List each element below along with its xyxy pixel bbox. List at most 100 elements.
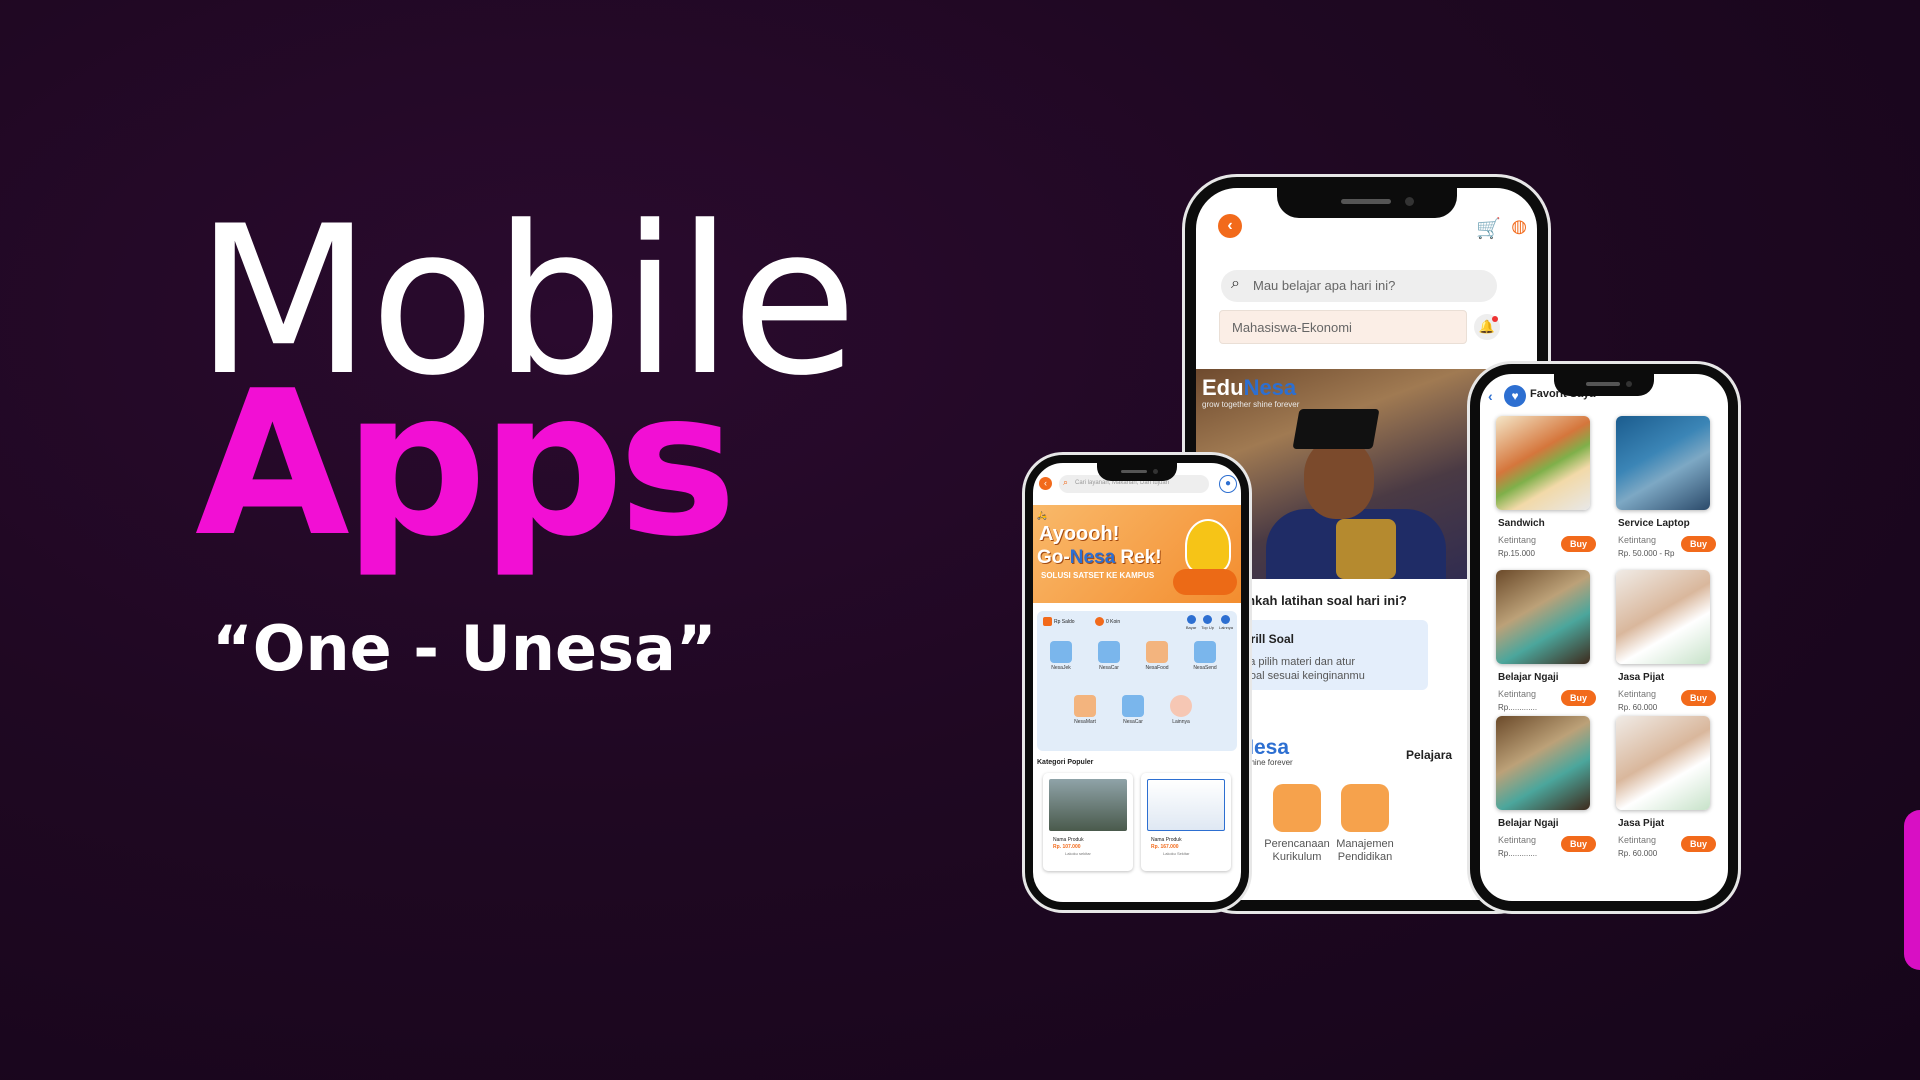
action-more[interactable]: Lainnya — [1219, 615, 1233, 630]
graduation-cap — [1292, 409, 1380, 449]
service-label: Lainnya — [1172, 719, 1190, 725]
banner-brand: EduNesa — [1202, 375, 1296, 401]
car-icon — [1098, 641, 1120, 663]
phone-favorites: ‹ ♥ Favorit Saya Sandwich Ketintang Rp.1… — [1470, 364, 1738, 911]
category-label-3a: Manajemen — [1336, 838, 1394, 850]
car-icon — [1122, 695, 1144, 717]
banner-brand-b: Nesa — [1243, 375, 1297, 400]
wallet-balance[interactable]: Rp Saldo — [1043, 617, 1075, 626]
favorite-item[interactable]: Belajar Ngaji Ketintang Rp............. … — [1496, 716, 1602, 866]
item-image — [1496, 416, 1590, 510]
clipboard-icon — [1273, 784, 1321, 832]
promo-line-2c: Rek! — [1115, 547, 1162, 568]
service-label: NesaMart — [1074, 719, 1096, 725]
banner-tagline: grow together shine forever — [1202, 400, 1300, 409]
item-image — [1496, 570, 1590, 664]
graduate-face — [1304, 439, 1374, 519]
user-icon[interactable]: ● — [1219, 475, 1237, 493]
product-image — [1049, 779, 1127, 831]
service-label: NesaCar — [1123, 719, 1143, 725]
bag-icon[interactable]: ◍ — [1511, 216, 1527, 237]
favorite-item[interactable]: Belajar Ngaji Ketintang Rp............. … — [1496, 570, 1602, 720]
topup-icon — [1203, 615, 1213, 624]
section-label: Pelajara — [1406, 748, 1453, 762]
buy-button[interactable]: Buy — [1680, 536, 1716, 552]
item-image — [1616, 716, 1710, 810]
phone-notch — [1554, 374, 1654, 396]
action-topup[interactable]: Top Up — [1201, 615, 1214, 630]
favorite-item[interactable]: Sandwich Ketintang Rp.15.000 Buy — [1496, 416, 1602, 566]
practice-question: udahkah latihan soal hari ini? — [1224, 593, 1407, 608]
category-manajemen[interactable]: Manajemen Pendidikan — [1330, 784, 1400, 864]
product-image — [1147, 779, 1225, 831]
promo-line-2: Go-Nesa Rek! — [1037, 547, 1162, 569]
package-icon — [1194, 641, 1216, 663]
product-price: Rp. 107.000 — [1053, 844, 1081, 850]
product-seller: Lakoku sekitar — [1065, 851, 1091, 856]
notification-bell-icon[interactable]: 🔔 — [1474, 314, 1500, 340]
popular-category-title: Kategori Populer — [1037, 759, 1094, 766]
product-seller: Lakoku Sekitar — [1163, 851, 1190, 856]
service-nesamart[interactable]: NesaMart — [1065, 695, 1105, 725]
back-button[interactable]: ‹ — [1218, 214, 1242, 238]
service-nesajek[interactable]: NesaJek — [1041, 641, 1081, 671]
action-pay-label: Bayar — [1185, 625, 1197, 630]
promo-line-3: SOLUSI SATSET KE KAMPUS — [1041, 571, 1155, 580]
item-name: Sandwich — [1498, 518, 1545, 529]
buy-button[interactable]: Buy — [1560, 836, 1596, 852]
product-name: Nama Produk — [1053, 837, 1084, 843]
notification-dot — [1492, 316, 1498, 322]
back-button[interactable]: ‹ — [1039, 477, 1052, 490]
promo-banner[interactable]: 🛵 Ayoooh! Go-Nesa Rek! SOLUSI SATSET KE … — [1033, 505, 1241, 603]
presentation-icon — [1341, 784, 1389, 832]
service-nesacar-2[interactable]: NesaCar — [1113, 695, 1153, 725]
service-label: NesaSend — [1193, 665, 1217, 671]
more-icon — [1221, 615, 1231, 624]
wallet-label: Saldo — [1061, 618, 1075, 625]
service-nesasend[interactable]: NesaSend — [1185, 641, 1225, 671]
wallet-value: Rp — [1054, 618, 1061, 625]
item-image — [1616, 416, 1710, 510]
banner-brand-a: Edu — [1202, 375, 1244, 400]
coin-value: 0 — [1106, 618, 1109, 625]
pay-icon — [1186, 615, 1196, 624]
rider-illustration — [1185, 519, 1231, 573]
action-pay[interactable]: Bayar — [1186, 615, 1196, 630]
item-name: Belajar Ngaji — [1498, 672, 1559, 683]
favorite-item[interactable]: Service Laptop Ketintang Rp. 50.000 - Rp… — [1616, 416, 1722, 566]
favorite-item[interactable]: Jasa Pijat Ketintang Rp. 60.000 Buy — [1616, 716, 1722, 866]
category-perencanaan[interactable]: Perencanaan Kurikulum — [1262, 784, 1332, 864]
wallet-icon — [1043, 617, 1052, 626]
buy-button[interactable]: Buy — [1680, 836, 1716, 852]
buy-button[interactable]: Buy — [1680, 690, 1716, 706]
service-nesafood[interactable]: NesaFood — [1137, 641, 1177, 671]
product-card[interactable]: Nama Produk Rp. 107.000 Lakoku sekitar — [1043, 773, 1133, 871]
service-more[interactable]: Lainnya — [1161, 695, 1201, 725]
search-input[interactable]: ⌕ Mau belajar apa hari ini? — [1221, 270, 1497, 302]
favorite-item[interactable]: Jasa Pijat Ketintang Rp. 60.000 Buy — [1616, 570, 1722, 720]
drill-title: Drill Soal — [1242, 632, 1295, 646]
motorbike-icon — [1050, 641, 1072, 663]
product-card[interactable]: Nama Produk Rp. 167.000 Lakoku Sekitar — [1141, 773, 1231, 871]
action-topup-label: Top Up — [1201, 625, 1214, 630]
gonesa-logo: 🛵 — [1037, 511, 1047, 520]
role-field[interactable]: Mahasiswa-Ekonomi — [1219, 310, 1467, 344]
service-label: NesaCar — [1099, 665, 1119, 671]
phone-notch — [1097, 463, 1177, 481]
scooter-illustration — [1173, 569, 1237, 595]
promo-line-2a: Go- — [1037, 547, 1070, 568]
buy-button[interactable]: Buy — [1560, 536, 1596, 552]
hero-subtitle: “One - Unesa” — [212, 612, 717, 685]
buy-button[interactable]: Buy — [1560, 690, 1596, 706]
cart-icon[interactable]: 🛒 — [1476, 216, 1501, 241]
coin-balance[interactable]: 0 Koin — [1095, 617, 1120, 626]
drill-card[interactable]: ▮ Drill Soal u bisa pilih materi dan atu… — [1220, 620, 1428, 690]
service-label: NesaFood — [1145, 665, 1169, 671]
grid-icon — [1170, 695, 1192, 717]
search-icon: ⌕ — [1063, 477, 1069, 487]
mart-icon — [1074, 695, 1096, 717]
promo-line-2b: Nesa — [1069, 547, 1116, 568]
service-nesacar[interactable]: NesaCar — [1089, 641, 1129, 671]
promo-line-1: Ayoooh! — [1039, 523, 1120, 545]
back-chevron-icon[interactable]: ‹ — [1488, 388, 1493, 404]
